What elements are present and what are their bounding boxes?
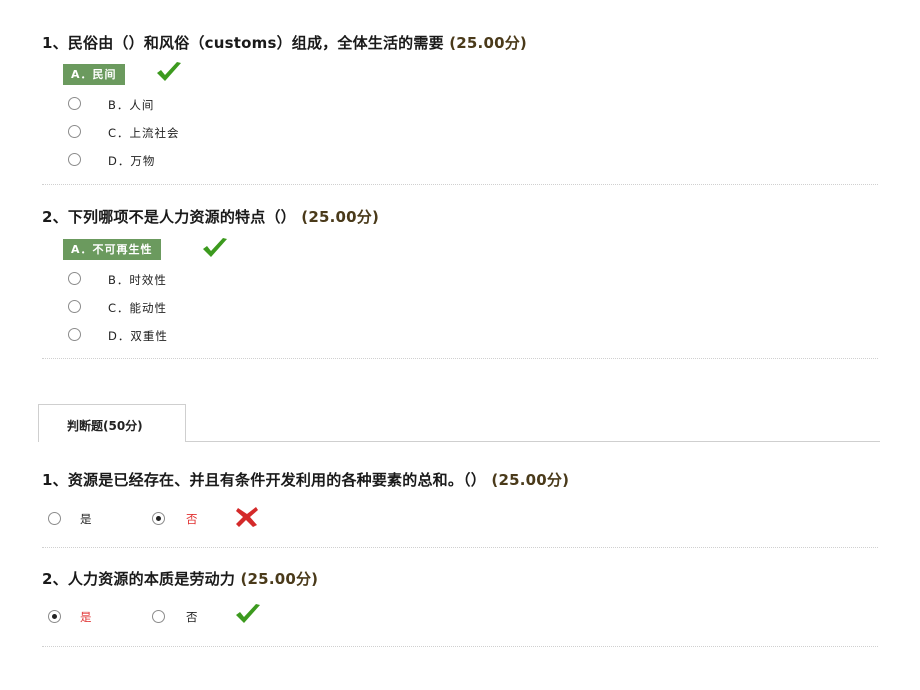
divider (42, 646, 878, 647)
tab-bar-line (186, 441, 880, 442)
tab-label: 判断题(50分) (67, 419, 143, 433)
tab-true-false[interactable]: 判断题(50分) (38, 404, 186, 442)
radio-button[interactable] (68, 328, 81, 341)
divider (42, 547, 878, 548)
tf-q1-label-no: 否 (186, 512, 198, 526)
check-icon (236, 604, 260, 623)
option-label: B．人间 (108, 98, 155, 112)
mc-q1-option-a-correct[interactable]: A．民间 (63, 64, 125, 85)
tf-q1-label-yes: 是 (80, 512, 92, 526)
tf-q2-label-yes: 是 (80, 610, 92, 624)
mc-question-1-title: 1、民俗由（）和风俗（customs）组成，全体生活的需要 (25.00分) (42, 32, 527, 53)
question-text: 2、下列哪项不是人力资源的特点（） (42, 208, 296, 226)
question-text: 1、民俗由（）和风俗（customs）组成，全体生活的需要 (42, 34, 444, 52)
tf-q2-radio-yes[interactable] (48, 610, 61, 623)
question-text: 1、资源是已经存在、并且有条件开发利用的各种要素的总和。（） (42, 471, 486, 489)
option-label: B．时效性 (108, 273, 167, 287)
divider (42, 184, 878, 185)
tf-q1-radio-no[interactable] (152, 512, 165, 525)
option-label: D．万物 (108, 154, 156, 168)
option-label: C．上流社会 (108, 126, 180, 140)
option-label: D．双重性 (108, 329, 168, 343)
cross-icon (236, 507, 258, 527)
divider (42, 358, 878, 359)
radio-button[interactable] (68, 125, 81, 138)
radio-button[interactable] (68, 300, 81, 313)
tf-question-2-title: 2、人力资源的本质是劳动力 (25.00分) (42, 568, 318, 589)
tf-q2-label-no: 否 (186, 610, 198, 624)
option-label: C．能动性 (108, 301, 168, 315)
mc-q2-option-a-correct[interactable]: A．不可再生性 (63, 239, 161, 260)
tf-question-1-title: 1、资源是已经存在、并且有条件开发利用的各种要素的总和。（） (25.00分) (42, 469, 569, 490)
radio-button[interactable] (68, 97, 81, 110)
tf-q2-radio-no[interactable] (152, 610, 165, 623)
tf-q1-radio-yes[interactable] (48, 512, 61, 525)
check-icon (157, 62, 181, 81)
question-score: (25.00分) (491, 471, 570, 489)
question-score: (25.00分) (240, 570, 319, 588)
question-text: 2、人力资源的本质是劳动力 (42, 570, 236, 588)
check-icon (203, 238, 227, 257)
question-score: (25.00分) (449, 34, 527, 52)
radio-button[interactable] (68, 153, 81, 166)
question-score: (25.00分) (301, 208, 380, 226)
mc-question-2-title: 2、下列哪项不是人力资源的特点（） (25.00分) (42, 206, 379, 227)
radio-button[interactable] (68, 272, 81, 285)
